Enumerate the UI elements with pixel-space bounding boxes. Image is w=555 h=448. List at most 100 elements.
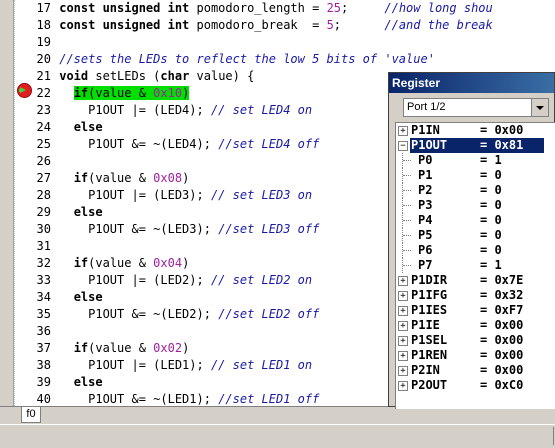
- register-value: = 0x00: [480, 363, 524, 377]
- register-name: P1OUT: [411, 138, 448, 152]
- expand-icon[interactable]: +: [398, 381, 408, 391]
- register-value: = 0: [480, 168, 502, 182]
- register-row[interactable]: + P1REN = 0x00: [396, 348, 555, 363]
- code-line[interactable]: 28 P1OUT |= (LED3); // set LED3 on: [37, 187, 313, 204]
- code-line[interactable]: 18 const unsigned int pomodoro_break = 5…: [37, 17, 493, 34]
- chevron-down-icon[interactable]: [531, 99, 548, 116]
- register-row[interactable]: + P1IES = 0xF7: [396, 303, 555, 318]
- register-row[interactable]: + P1IFG = 0x32: [396, 288, 555, 303]
- line-number: 23: [36, 103, 51, 117]
- code-token: if: [73, 86, 89, 100]
- expand-icon[interactable]: +: [398, 126, 408, 136]
- register-row[interactable]: + P2IN = 0x00: [396, 363, 555, 378]
- code-token: else: [73, 205, 103, 219]
- code-line[interactable]: 36: [37, 323, 59, 340]
- code-line[interactable]: 20 //sets the LEDs to reflect the low 5 …: [37, 51, 435, 68]
- register-bit-row[interactable]: P6 = 0: [396, 243, 555, 258]
- code-line[interactable]: 30 P1OUT &= ~(LED3); //set LED3 off: [37, 221, 320, 238]
- code-line[interactable]: 34 else: [37, 289, 103, 306]
- code-line[interactable]: 27 if(value & 0x08): [37, 170, 190, 187]
- code-line[interactable]: 24 else: [37, 119, 103, 136]
- code-token: 0x10: [153, 86, 183, 100]
- code-token: void: [59, 69, 89, 83]
- code-line[interactable]: 31: [37, 238, 59, 255]
- line-number: 26: [36, 154, 51, 168]
- code-line[interactable]: 38 P1OUT |= (LED1); // set LED1 on: [37, 357, 313, 374]
- code-token: P1OUT |= (LED3);: [59, 188, 211, 202]
- register-row[interactable]: + P2OUT = 0xC0: [396, 378, 555, 393]
- code-token: (value &: [88, 256, 154, 270]
- code-token: ;: [341, 1, 385, 15]
- expand-icon[interactable]: +: [398, 336, 408, 346]
- code-line[interactable]: 17 const unsigned int pomodoro_length = …: [37, 0, 493, 17]
- expand-icon[interactable]: +: [398, 306, 408, 316]
- line-number: 27: [36, 171, 51, 185]
- register-group-select[interactable]: Port 1/2: [403, 98, 549, 117]
- code-token: ): [182, 171, 190, 185]
- register-bit-row[interactable]: P7 = 1: [396, 258, 555, 273]
- collapse-icon[interactable]: −: [398, 141, 408, 151]
- register-bit-row[interactable]: P5 = 0: [396, 228, 555, 243]
- register-value: = 0xC0: [480, 378, 524, 392]
- register-name: P7: [418, 258, 433, 272]
- register-value: = 0: [480, 228, 502, 242]
- register-bit-row[interactable]: P0 = 1: [396, 153, 555, 168]
- line-number: 19: [36, 35, 51, 49]
- register-list[interactable]: + P1IN = 0x00− P1OUT = 0x81 P0 = 1 P1 = 0 P2 = 0 P3…: [395, 122, 555, 409]
- register-row[interactable]: − P1OUT = 0x81: [396, 138, 555, 153]
- register-row[interactable]: + P1IE = 0x00: [396, 318, 555, 333]
- code-line[interactable]: 32 if(value & 0x04): [37, 255, 190, 272]
- code-line[interactable]: 33 P1OUT |= (LED2); // set LED2 on: [37, 272, 313, 289]
- register-bit-row[interactable]: P4 = 0: [396, 213, 555, 228]
- register-bit-row[interactable]: P3 = 0: [396, 198, 555, 213]
- code-token: //set LED1 off: [218, 392, 320, 406]
- register-name: P3: [418, 198, 433, 212]
- code-token: pomodoro_length =: [189, 1, 327, 15]
- register-bit-row[interactable]: P1 = 0: [396, 168, 555, 183]
- register-row[interactable]: + P1SEL = 0x00: [396, 333, 555, 348]
- tree-connector: [402, 168, 411, 183]
- code-line[interactable]: 40 P1OUT &= ~(LED1); //set LED1 off: [37, 391, 320, 406]
- code-line[interactable]: 29 else: [37, 204, 103, 221]
- register-value: = 0x00: [480, 123, 524, 137]
- line-number: 24: [36, 120, 51, 134]
- expand-icon[interactable]: +: [398, 366, 408, 376]
- code-token: (value &: [88, 86, 154, 100]
- file-tab[interactable]: f0: [21, 406, 41, 423]
- code-line[interactable]: 37 if(value & 0x02): [37, 340, 190, 357]
- tree-connector: [402, 228, 411, 243]
- register-value: = 0xF7: [480, 303, 524, 317]
- code-token: ): [182, 256, 190, 270]
- code-token: //how long shou: [384, 1, 493, 15]
- code-token: pomodoro_break =: [189, 18, 327, 32]
- code-line[interactable]: 26: [37, 153, 59, 170]
- code-line[interactable]: 23 P1OUT |= (LED4); // set LED4 on: [37, 102, 313, 119]
- line-number: 20: [36, 52, 51, 66]
- register-name: P1SEL: [411, 333, 448, 347]
- expand-icon[interactable]: +: [398, 351, 408, 361]
- code-token: //set LED3 off: [218, 222, 320, 236]
- register-name: P1DIR: [411, 273, 448, 287]
- code-token: //and the break: [384, 18, 493, 32]
- register-name: P1IES: [411, 303, 448, 317]
- register-row[interactable]: + P1DIR = 0x7E: [396, 273, 555, 288]
- code-line[interactable]: 21 void setLEDs (char value) {: [37, 68, 255, 85]
- register-window-title[interactable]: Register: [389, 73, 554, 93]
- register-bit-row[interactable]: P2 = 0: [396, 183, 555, 198]
- code-line[interactable]: 19: [37, 34, 59, 51]
- expand-icon[interactable]: +: [398, 276, 408, 286]
- code-line[interactable]: 22 if(value & 0x10): [37, 85, 190, 102]
- register-name: P0: [418, 153, 433, 167]
- code-line[interactable]: 39 else: [37, 374, 103, 391]
- register-value: = 0x00: [480, 333, 524, 347]
- line-number: 17: [36, 1, 51, 15]
- code-token: ): [182, 86, 190, 100]
- register-row[interactable]: + P1IN = 0x00: [396, 123, 555, 138]
- code-line[interactable]: 35 P1OUT &= ~(LED2); //set LED2 off: [37, 306, 320, 323]
- code-line[interactable]: 25 P1OUT &= ~(LED4); //set LED4 off: [37, 136, 320, 153]
- expand-icon[interactable]: +: [398, 291, 408, 301]
- expand-icon[interactable]: +: [398, 321, 408, 331]
- code-token: 5: [326, 18, 334, 32]
